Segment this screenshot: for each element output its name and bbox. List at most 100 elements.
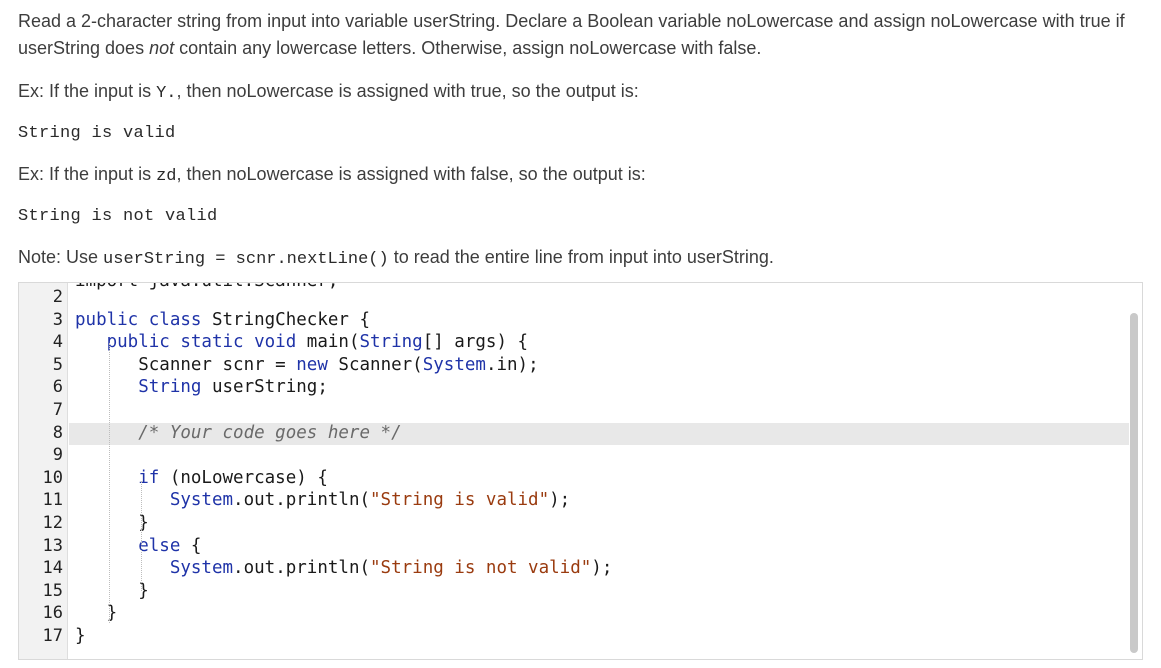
code-line[interactable]: 4 public static void main(String[] args)… — [19, 332, 1129, 355]
example-2-prefix: Ex: If the input is — [18, 164, 157, 184]
code-editor[interactable]: import java.util.Scanner; 23public class… — [18, 282, 1143, 660]
code-token: } — [75, 603, 118, 624]
example-1: Ex: If the input is Y., then noLowercase… — [18, 78, 639, 107]
code-text: } — [75, 513, 149, 533]
code-line[interactable]: 7 — [19, 400, 1129, 423]
code-line[interactable]: 17} — [19, 626, 1129, 649]
code-token: StringChecker { — [211, 309, 371, 330]
code-token: .in); — [485, 354, 539, 375]
code-line[interactable]: 9 — [19, 445, 1129, 468]
code-token: } — [75, 513, 149, 533]
line-number: 8 — [52, 422, 63, 443]
code-token: .out.println( — [233, 558, 371, 579]
code-token: userString; — [211, 377, 328, 398]
code-token: new — [296, 354, 339, 375]
line-number: 14 — [42, 558, 63, 579]
note: Note: Use userString = scnr.nextLine() t… — [18, 244, 774, 273]
code-token: if — [138, 467, 170, 488]
example-1-prefix: Ex: If the input is — [18, 81, 157, 101]
code-token: System — [169, 558, 234, 579]
code-token: main( — [306, 332, 360, 353]
example-2-suffix: , then noLowercase is assigned with fals… — [176, 164, 646, 184]
code-line[interactable]: 13 else { — [19, 536, 1129, 559]
code-text: public static void main(String[] args) { — [75, 332, 528, 352]
line-number: 6 — [52, 377, 63, 398]
indent-guide — [109, 343, 110, 623]
code-line[interactable]: 2 — [19, 287, 1129, 310]
code-line[interactable]: 5 Scanner scnr = new Scanner(System.in); — [19, 355, 1129, 378]
note-prefix: Note: Use — [18, 247, 104, 267]
code-token: System — [169, 490, 234, 511]
line-number: 17 — [42, 626, 63, 646]
code-line[interactable]: 12 } — [19, 513, 1129, 536]
code-token: { — [190, 535, 202, 556]
line-number: 5 — [52, 354, 63, 375]
code-token: Scanner( — [338, 354, 423, 375]
example-2-input: zd — [156, 167, 177, 186]
code-text: } — [75, 603, 118, 624]
code-line[interactable]: 8 /* Your code goes here */ — [53, 422, 1129, 446]
code-token: ); — [591, 558, 613, 579]
code-line[interactable]: 10 if (noLowercase) { — [19, 468, 1129, 491]
code-text: else { — [75, 536, 201, 556]
example-1-suffix: , then noLowercase is assigned with true… — [176, 81, 639, 101]
code-text: /* Your code goes here */ — [75, 422, 402, 443]
line-number: 10 — [42, 467, 63, 488]
example-2: Ex: If the input is zd, then noLowercase… — [18, 161, 646, 190]
code-line[interactable]: 3 public class StringChecker { — [19, 310, 1129, 333]
code-line[interactable]: 16 } — [19, 603, 1129, 626]
instructions-emphasis: not — [149, 38, 175, 58]
code-token: "String is not valid" — [370, 558, 592, 579]
line-number: 15 — [42, 580, 63, 601]
code-text: String userString; — [75, 377, 328, 397]
instructions-text-2: contain any lowercase letters. Otherwise… — [174, 38, 762, 58]
note-code: userString = scnr.nextLine() — [103, 250, 389, 269]
instructions-paragraph: Read a 2-character string from input int… — [18, 8, 1143, 62]
line-number: 2 — [52, 287, 63, 307]
code-token: String — [138, 377, 212, 398]
code-token: (noLowercase) { — [169, 467, 328, 488]
code-text: public class StringChecker { — [75, 310, 370, 330]
note-suffix: to read the entire line from input into … — [388, 247, 774, 267]
example-1-output: String is valid — [18, 124, 176, 143]
code-line[interactable]: 14 System.out.println("String is not val… — [19, 558, 1129, 581]
line-number: 4 — [52, 332, 63, 353]
code-token: else — [138, 535, 191, 556]
code-token: public static void — [106, 332, 307, 353]
code-text: if (noLowercase) { — [75, 468, 328, 488]
line-number: 9 — [52, 445, 63, 466]
code-line[interactable]: 11 System.out.println("String is valid")… — [19, 490, 1129, 513]
code-text: System.out.println("String is not valid"… — [75, 558, 613, 579]
vertical-scrollbar[interactable] — [1130, 313, 1138, 653]
code-text: } — [75, 626, 86, 646]
code-token: String — [359, 332, 423, 353]
code-token: public class — [75, 309, 212, 330]
line-number: 11 — [42, 490, 63, 511]
line-number: 13 — [42, 535, 63, 556]
code-line[interactable]: 15 } — [19, 581, 1129, 604]
code-text: System.out.println("String is valid"); — [75, 490, 570, 510]
code-token: [] args) { — [422, 332, 529, 353]
code-line[interactable]: 6 String userString; — [19, 377, 1129, 400]
code-token: ); — [549, 490, 571, 511]
line-number: 3 — [52, 309, 63, 330]
code-token: } — [75, 580, 149, 601]
code-token: /* Your code goes here */ — [138, 422, 402, 443]
example-1-input: Y. — [156, 84, 177, 103]
line-number: 7 — [52, 400, 63, 420]
example-2-output: String is not valid — [18, 207, 218, 226]
line-number: 12 — [42, 513, 63, 533]
code-token: "String is valid" — [370, 490, 550, 511]
line-number: 16 — [42, 603, 63, 624]
indent-guide — [141, 481, 142, 591]
code-token: System — [422, 354, 486, 375]
code-token: } — [75, 626, 86, 646]
code-token: .out.println( — [233, 490, 371, 511]
